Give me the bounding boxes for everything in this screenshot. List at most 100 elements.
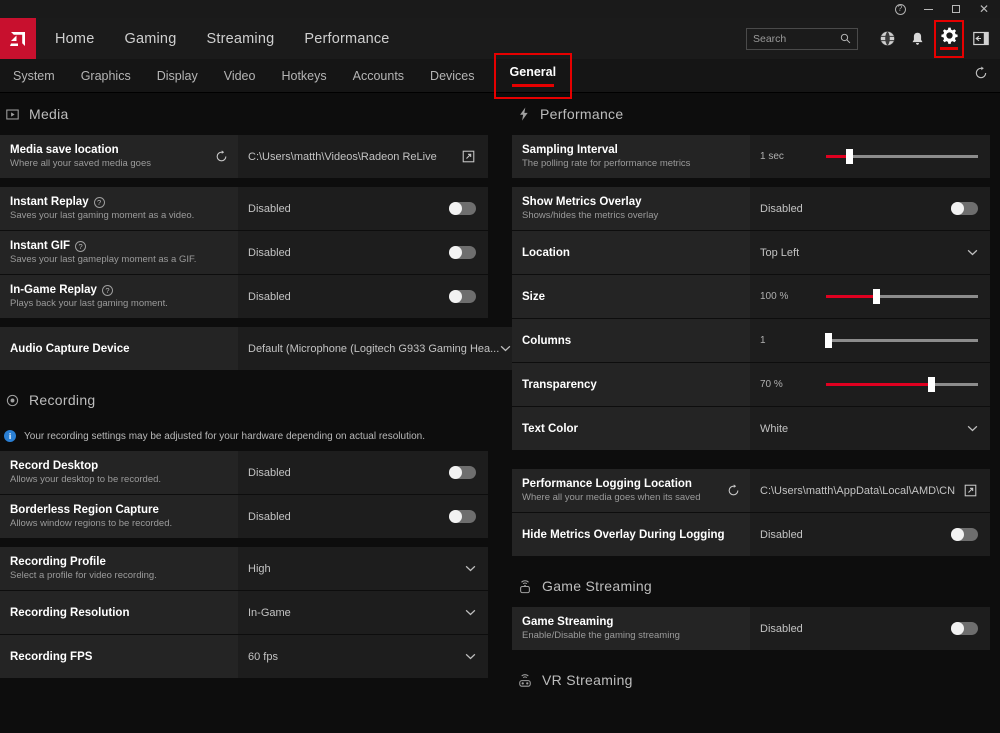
- row-label-cell: Performance Logging Location Where all y…: [512, 469, 750, 512]
- row-value-cell[interactable]: C:\Users\matth\AppData\Local\AMD\CN: [750, 469, 990, 512]
- browse-folder-icon[interactable]: [964, 484, 978, 497]
- help-button[interactable]: ?: [886, 0, 914, 18]
- row-value-cell[interactable]: In-Game: [238, 591, 488, 634]
- row-value-cell[interactable]: White: [750, 407, 990, 450]
- row-label-cell: In-Game Replay ? Plays back your last ga…: [0, 275, 238, 318]
- row-hide-metrics-overlay-during-logging[interactable]: Hide Metrics Overlay During Logging Disa…: [512, 513, 990, 557]
- row-instant-gif[interactable]: Instant GIF ? Saves your last gameplay m…: [0, 231, 488, 275]
- tab-display[interactable]: Display: [144, 59, 211, 93]
- slider-sampling-interval[interactable]: [826, 148, 978, 166]
- row-title: Instant Replay ?: [10, 196, 228, 208]
- row-performance-logging-location[interactable]: Performance Logging Location Where all y…: [512, 469, 990, 513]
- toggle-in-game-replay[interactable]: [449, 290, 476, 303]
- panel-toggle-button[interactable]: [966, 18, 996, 59]
- slider-size[interactable]: [826, 288, 978, 306]
- help-icon[interactable]: ?: [101, 284, 113, 296]
- columns-value: 1: [760, 335, 766, 346]
- section-header-media: Media: [0, 93, 488, 135]
- row-value-cell[interactable]: Default (Microphone (Logitech G933 Gamin…: [238, 327, 524, 370]
- row-recording-profile[interactable]: Recording Profile Select a profile for v…: [0, 547, 488, 591]
- tab-video[interactable]: Video: [211, 59, 269, 93]
- row-value-cell[interactable]: C:\Users\matth\Videos\Radeon ReLive: [238, 135, 488, 178]
- tab-graphics[interactable]: Graphics: [68, 59, 144, 93]
- help-icon[interactable]: ?: [93, 196, 105, 208]
- tab-system[interactable]: System: [0, 59, 68, 93]
- row-title: Location: [522, 246, 570, 259]
- row-value-cell: Disabled: [750, 513, 990, 556]
- row-sampling-interval[interactable]: Sampling Interval The polling rate for p…: [512, 135, 990, 179]
- tab-accounts[interactable]: Accounts: [340, 59, 417, 93]
- row-label-cell: Hide Metrics Overlay During Logging: [512, 513, 750, 556]
- reset-icon[interactable]: [727, 484, 740, 497]
- tab-general[interactable]: General: [493, 52, 573, 99]
- row-recording-resolution[interactable]: Recording Resolution In-Game: [0, 591, 488, 635]
- slider-transparency[interactable]: [826, 376, 978, 394]
- row-value: High: [248, 562, 271, 575]
- notifications-button[interactable]: [902, 18, 932, 59]
- row-label-cell: Recording FPS: [0, 635, 238, 678]
- row-transparency[interactable]: Transparency 70 %: [512, 363, 990, 407]
- toggle-show-metrics-overlay[interactable]: [951, 202, 978, 215]
- help-icon[interactable]: ?: [75, 240, 87, 252]
- globe-button[interactable]: [872, 18, 902, 59]
- browse-folder-icon[interactable]: [462, 150, 476, 163]
- record-icon: [6, 394, 19, 407]
- row-title: Game Streaming: [522, 616, 614, 628]
- row-record-desktop[interactable]: Record Desktop Allows your desktop to be…: [0, 451, 488, 495]
- amd-logo[interactable]: [0, 18, 36, 59]
- toggle-game-streaming[interactable]: [951, 622, 978, 635]
- row-columns[interactable]: Columns 1: [512, 319, 990, 363]
- row-instant-replay[interactable]: Instant Replay ? Saves your last gaming …: [0, 187, 488, 231]
- maximize-button[interactable]: [942, 0, 970, 18]
- row-value-cell[interactable]: Top Left: [750, 231, 990, 274]
- row-title: Hide Metrics Overlay During Logging: [522, 528, 725, 541]
- settings-button[interactable]: [934, 19, 964, 58]
- settings-tab-bar: System Graphics Display Video Hotkeys Ac…: [0, 52, 1000, 99]
- toggle-instant-gif[interactable]: [449, 246, 476, 259]
- media-save-path: C:\Users\matth\Videos\Radeon ReLive: [248, 150, 437, 163]
- chevron-down-icon: [464, 653, 476, 660]
- row-value-cell[interactable]: High: [238, 547, 488, 590]
- row-title: Media save location: [10, 144, 119, 156]
- minimize-button[interactable]: [914, 0, 942, 18]
- row-value-cell: Disabled: [238, 451, 488, 494]
- row-value-cell[interactable]: 60 fps: [238, 635, 488, 678]
- row-audio-capture-device[interactable]: Audio Capture Device Default (Microphone…: [0, 327, 524, 371]
- toggle-hide-metrics-overlay[interactable]: [951, 528, 978, 541]
- row-value-cell: Disabled: [238, 275, 488, 318]
- row-title: Instant GIF ?: [10, 240, 228, 252]
- row-in-game-replay[interactable]: In-Game Replay ? Plays back your last ga…: [0, 275, 488, 319]
- row-label-cell: Audio Capture Device: [0, 327, 238, 370]
- nav-item-streaming[interactable]: Streaming: [191, 31, 289, 47]
- row-size[interactable]: Size 100 %: [512, 275, 990, 319]
- row-title: Show Metrics Overlay: [522, 196, 642, 208]
- nav-item-gaming[interactable]: Gaming: [109, 31, 191, 47]
- row-media-save-location[interactable]: Media save location Where all your saved…: [0, 135, 488, 179]
- chevron-down-icon: [464, 609, 476, 616]
- size-value: 100 %: [760, 291, 789, 302]
- tab-hotkeys[interactable]: Hotkeys: [268, 59, 339, 93]
- toggle-borderless-region-capture[interactable]: [449, 510, 476, 523]
- bell-icon: [912, 32, 922, 45]
- toggle-record-desktop[interactable]: [449, 466, 476, 479]
- row-subtitle: Saves your last gameplay moment as a GIF…: [10, 254, 197, 265]
- toggle-instant-replay[interactable]: [449, 202, 476, 215]
- slider-columns[interactable]: [824, 332, 978, 350]
- row-text-color[interactable]: Text Color White: [512, 407, 990, 451]
- row-value-cell: Disabled: [238, 495, 488, 538]
- nav-item-performance[interactable]: Performance: [289, 31, 404, 47]
- chevron-down-icon: [966, 249, 978, 256]
- row-recording-fps[interactable]: Recording FPS 60 fps: [0, 635, 488, 679]
- row-game-streaming[interactable]: Game Streaming Enable/Disable the gaming…: [512, 607, 990, 651]
- tab-devices[interactable]: Devices: [417, 59, 487, 93]
- row-borderless-region-capture[interactable]: Borderless Region Capture Allows window …: [0, 495, 488, 539]
- close-button[interactable]: ✕: [970, 0, 998, 18]
- help-icon: ?: [894, 3, 906, 15]
- reset-icon[interactable]: [215, 150, 228, 163]
- search-input[interactable]: Search: [746, 27, 858, 50]
- row-location[interactable]: Location Top Left: [512, 231, 990, 275]
- chevron-down-icon: [966, 425, 978, 432]
- row-show-metrics-overlay[interactable]: Show Metrics Overlay Shows/hides the met…: [512, 187, 990, 231]
- reset-settings-button[interactable]: [974, 66, 1000, 85]
- nav-item-home[interactable]: Home: [40, 31, 109, 47]
